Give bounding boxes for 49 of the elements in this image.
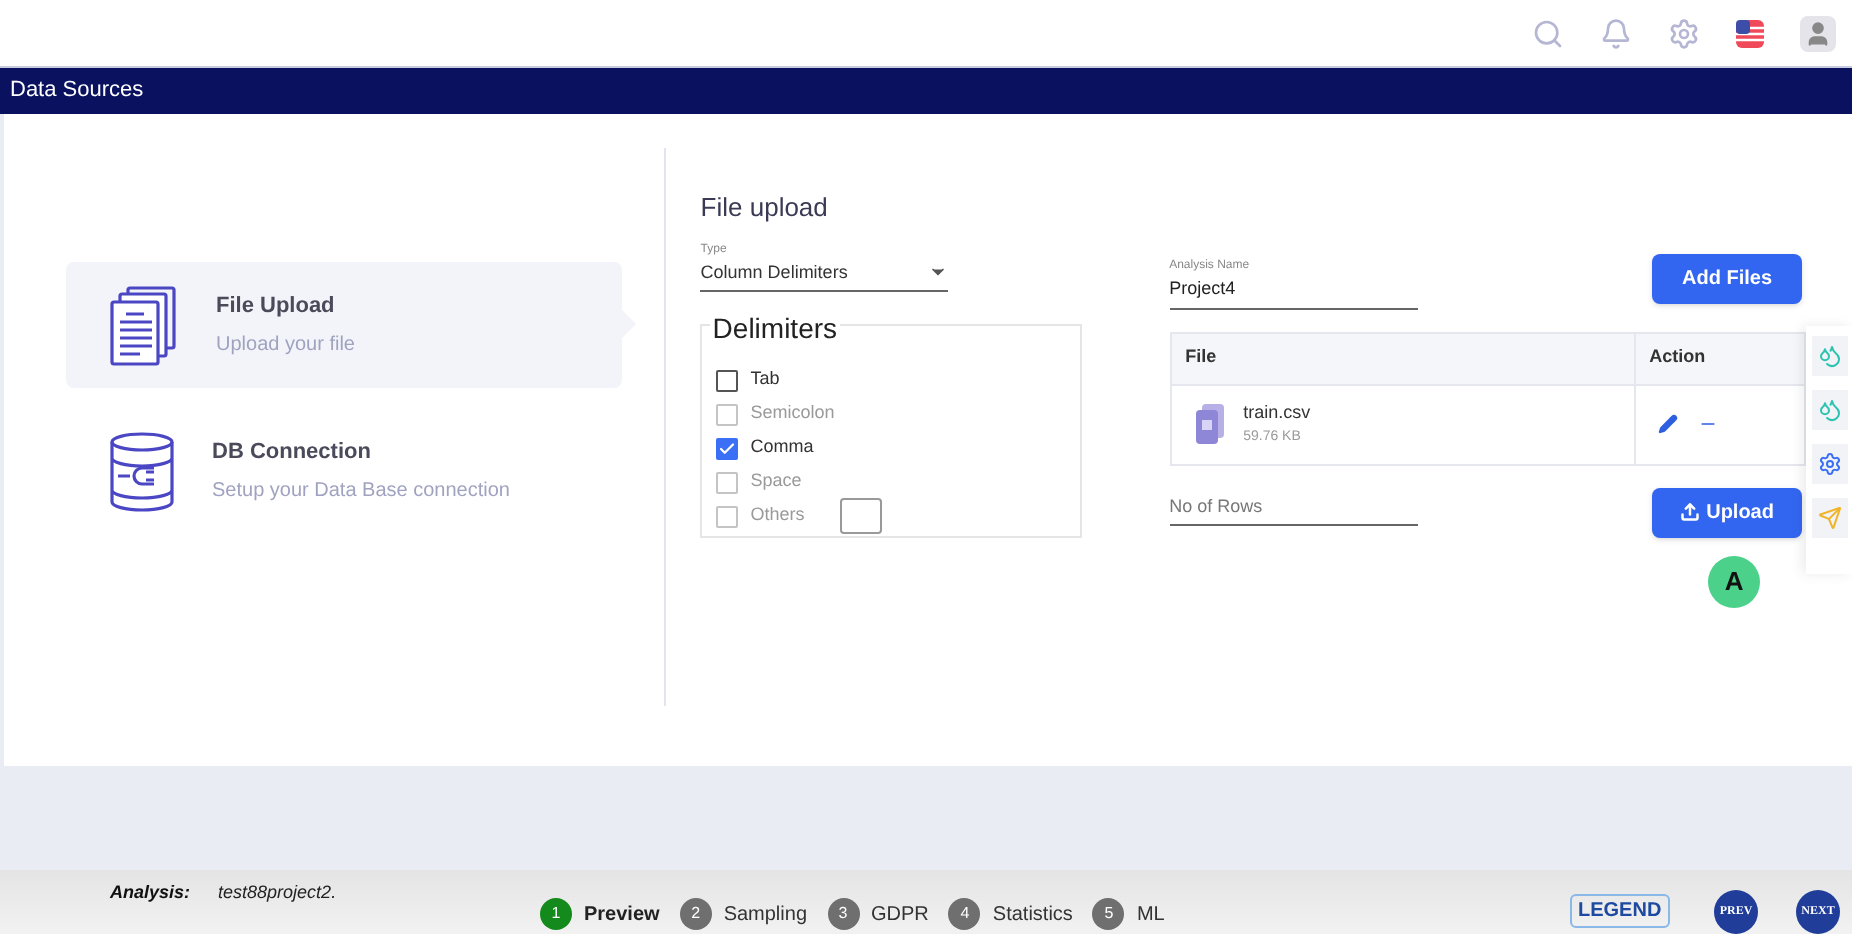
bell-icon[interactable] (1600, 17, 1632, 49)
form-title: File upload (700, 190, 830, 226)
rows-input[interactable]: No of Rows (1169, 493, 1418, 526)
drops-icon[interactable] (1811, 390, 1848, 430)
settings-icon[interactable] (1811, 444, 1848, 484)
step-label[interactable]: ML (1136, 899, 1165, 929)
source-title: DB Connection (212, 438, 373, 469)
checkbox-label: Others (750, 502, 805, 529)
column-header: File (1171, 333, 1636, 383)
section-header: Data Sources (0, 66, 1852, 114)
add-files-button[interactable]: Add Files (1652, 254, 1803, 304)
upload-button[interactable]: Upload (1652, 487, 1803, 537)
database-plug-icon (110, 431, 174, 511)
step-label[interactable]: Statistics (992, 899, 1073, 929)
column-header: Action (1647, 344, 1708, 371)
drops-icon[interactable] (1811, 336, 1848, 376)
documents-icon (110, 285, 178, 365)
file-name: train.csv (1243, 400, 1311, 426)
checkbox-label: Semicolon (750, 400, 835, 427)
source-subtitle: Setup your Data Base connection (212, 477, 510, 506)
step-number[interactable]: 1 (540, 898, 572, 930)
checkbox-label: Space (750, 468, 802, 495)
avatar-badge[interactable]: A (1708, 555, 1761, 607)
file-icon (1195, 404, 1224, 444)
step-number[interactable]: 2 (679, 898, 712, 930)
edit-icon[interactable] (1657, 414, 1678, 434)
checkbox[interactable] (716, 369, 739, 391)
avatar-icon[interactable] (1800, 15, 1836, 51)
source-subtitle: Upload your file (216, 331, 355, 360)
analysis-label: Analysis: (110, 880, 191, 906)
upload-icon (1680, 502, 1701, 522)
step-label[interactable]: GDPR (871, 899, 929, 929)
search-icon[interactable] (1532, 17, 1564, 49)
settings-icon[interactable] (1668, 17, 1700, 49)
source-title: File Upload (216, 292, 337, 323)
checkbox-label: Comma (750, 434, 814, 461)
analysis-value: test88project2. (218, 880, 337, 906)
others-input[interactable] (840, 498, 883, 534)
step-number[interactable]: 4 (948, 898, 981, 930)
step-label[interactable]: Sampling (723, 899, 808, 929)
step-number[interactable]: 3 (827, 898, 860, 930)
step-number[interactable]: 5 (1092, 898, 1125, 930)
source-option[interactable]: File Upload Upload your file (66, 262, 623, 388)
send-icon[interactable] (1811, 498, 1848, 538)
legend-button[interactable]: LEGEND (1570, 894, 1670, 928)
flag-icon[interactable] (1736, 19, 1764, 47)
step-label[interactable]: Preview (584, 899, 660, 929)
checkbox-label: Tab (750, 366, 780, 393)
checkbox[interactable] (716, 437, 739, 459)
